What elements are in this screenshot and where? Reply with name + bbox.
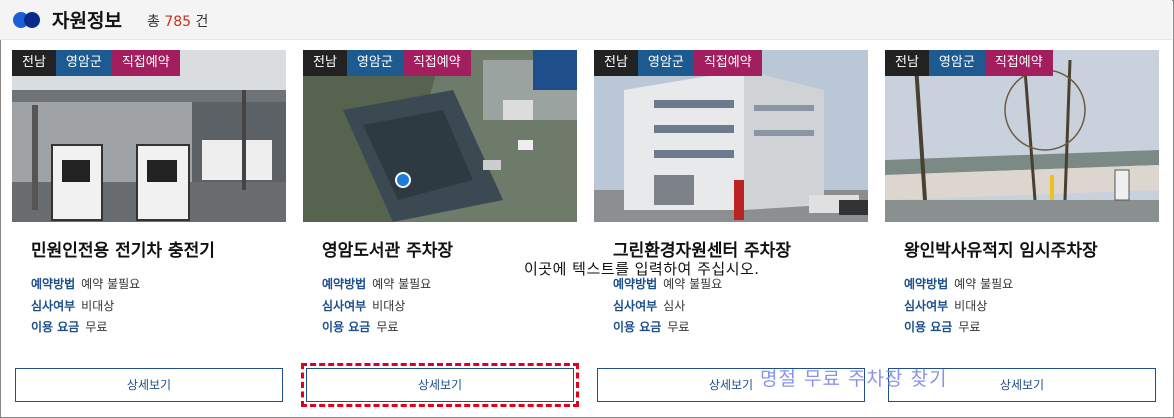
card-tags: 전남 영암군 직접예약 [12,50,180,76]
card-title[interactable]: 영암도서관 주차장 [322,236,453,261]
count-number: 785 [164,14,192,30]
info-row-review: 심사여부 비대상 [904,299,988,313]
resource-card[interactable]: 전남 영암군 직접예약 민원인전용 전기차 충전기 예약방법 예약 불필요 심사여… [12,50,286,410]
info-row-review: 심사여부 비대상 [31,299,115,313]
info-row-fee: 이용 요금 무료 [31,320,108,334]
detail-button[interactable]: 상세보기 [301,363,579,407]
watermark-text-overlay: 명절 무료 주차장 찾기 [760,368,948,390]
tag-booking-type: 직접예약 [984,50,1053,76]
card-tags: 전남 영암군 직접예약 [885,50,1053,76]
tag-region: 전남 [12,50,56,76]
tag-county: 영암군 [928,50,985,76]
tag-county: 영암군 [637,50,694,76]
tag-booking-type: 직접예약 [693,50,762,76]
card-title[interactable]: 왕인박사유적지 임시주차장 [904,236,1098,261]
tag-region: 전남 [594,50,638,76]
tag-county: 영암군 [55,50,112,76]
tag-booking-type: 직접예약 [402,50,471,76]
tag-county: 영암군 [346,50,403,76]
info-row-fee: 이용 요금 무료 [613,320,690,334]
tag-booking-type: 직접예약 [111,50,180,76]
resource-card[interactable]: 전남 영암군 직접예약 그린환경자원센터 주차장 예약방법 예약 불필요 심사여부… [594,50,868,410]
section-title: 자원정보 [52,10,122,32]
info-row-fee: 이용 요금 무료 [904,320,981,334]
info-row-fee: 이용 요금 무료 [322,320,399,334]
info-row-review: 심사여부 심사 [613,299,686,313]
info-row-booking-method: 예약방법 예약 불필요 [31,277,141,291]
card-tags: 전남 영암군 직접예약 [594,50,762,76]
tag-region: 전남 [303,50,347,76]
detail-button[interactable]: 상세보기 [15,368,283,402]
result-count: 총 785 건 [147,14,209,30]
section-header: 자원정보 총 785 건 [0,0,1172,40]
info-row-review: 심사여부 비대상 [322,299,406,313]
placeholder-text-overlay[interactable]: 이곳에 텍스트를 입력하여 주십시오. [524,258,760,279]
card-tags: 전남 영암군 직접예약 [303,50,471,76]
resource-card[interactable]: 전남 영암군 직접예약 영암도서관 주차장 예약방법 예약 불필요 심사여부 비대상… [301,50,579,410]
card-title[interactable]: 민원인전용 전기차 충전기 [31,236,215,261]
resource-card[interactable]: 전남 영암군 직접예약 왕인박사유적지 임시주차장 예약방법 예약 불필요 심사여… [885,50,1159,410]
info-row-booking-method: 예약방법 예약 불필요 [322,277,432,291]
info-row-booking-method: 예약방법 예약 불필요 [904,277,1014,291]
tag-region: 전남 [885,50,929,76]
two-circles-logo-icon [13,10,43,30]
